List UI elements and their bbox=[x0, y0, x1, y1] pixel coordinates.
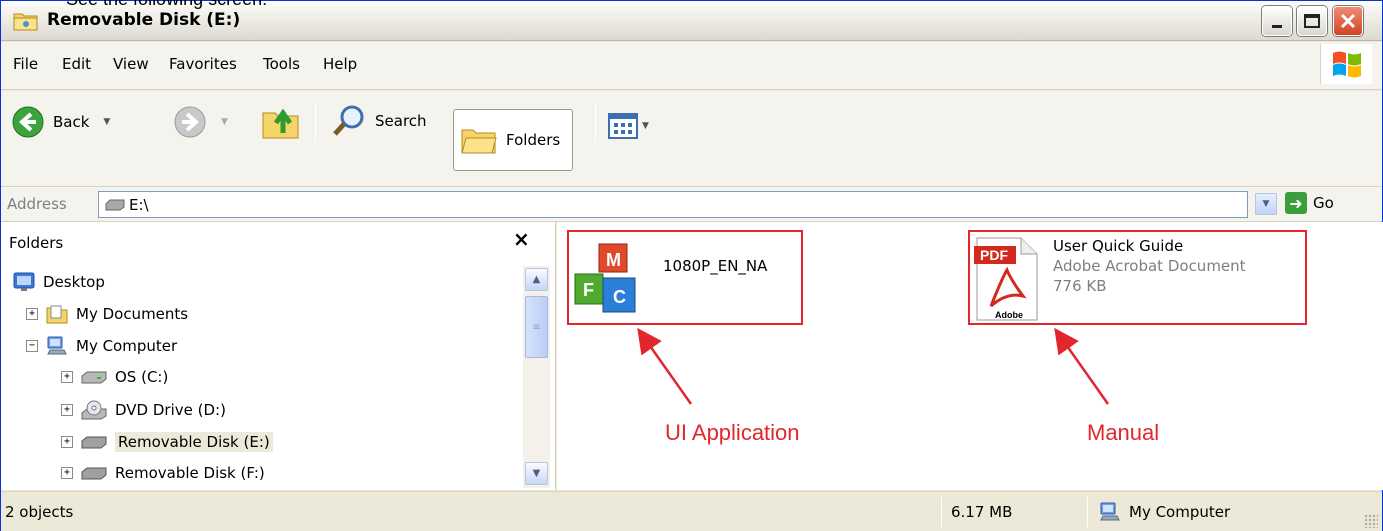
window-title: Removable Disk (E:) bbox=[47, 10, 241, 30]
tree-item-os-c[interactable]: + OS (C:) bbox=[61, 368, 168, 386]
maximize-button[interactable] bbox=[1297, 6, 1327, 36]
tree-label: My Documents bbox=[76, 305, 189, 323]
address-label: Address bbox=[7, 195, 67, 213]
resize-grip-icon[interactable] bbox=[1364, 514, 1378, 528]
expand-icon[interactable]: + bbox=[61, 436, 73, 448]
manual-arrow bbox=[1054, 327, 1110, 405]
tree-item-desktop[interactable]: Desktop bbox=[13, 272, 105, 292]
up-folder-button[interactable] bbox=[261, 101, 301, 141]
menu-tools[interactable]: Tools bbox=[263, 55, 300, 73]
documents-icon bbox=[46, 305, 68, 324]
menu-bar: File Edit View Favorites Tools Help bbox=[1, 42, 1382, 90]
chevron-down-icon[interactable]: ▼ bbox=[103, 117, 110, 127]
removable-disk-icon bbox=[81, 467, 107, 480]
search-icon bbox=[333, 105, 364, 136]
folder-tree: Desktop + My Documents − My Computer + O… bbox=[1, 264, 521, 490]
tree-label: Removable Disk (F:) bbox=[115, 464, 265, 482]
annotation-arrows bbox=[637, 327, 1110, 405]
computer-icon bbox=[1100, 502, 1120, 521]
tree-item-my-documents[interactable]: + My Documents bbox=[26, 304, 188, 324]
chevron-down-icon[interactable]: ▼ bbox=[642, 121, 649, 131]
status-location-label: My Computer bbox=[1129, 503, 1231, 521]
folders-icon bbox=[461, 129, 497, 154]
expand-icon[interactable]: + bbox=[61, 467, 73, 479]
folders-button[interactable]: Folders bbox=[453, 109, 574, 171]
address-dropdown-button[interactable]: ▼ bbox=[1255, 193, 1277, 215]
folders-scrollbar[interactable]: ▲ ≡ ▼ bbox=[523, 266, 550, 488]
tree-item-removable-f[interactable]: + Removable Disk (F:) bbox=[61, 464, 265, 482]
tree-item-my-computer[interactable]: − My Computer bbox=[26, 336, 177, 356]
maximize-icon bbox=[1304, 14, 1320, 28]
close-icon bbox=[1340, 13, 1356, 29]
file-list-pane: M F C 1080P_EN_NA PDF Adobe User Quick G bbox=[557, 222, 1383, 490]
go-arrow-icon: ➜ bbox=[1285, 192, 1307, 214]
annotation-manual: Manual bbox=[1087, 420, 1160, 445]
forward-arrow-icon bbox=[174, 106, 206, 138]
page-caption: See the following screen: bbox=[66, 0, 267, 10]
scroll-up-icon[interactable]: ▲ bbox=[525, 268, 548, 291]
menu-favorites[interactable]: Favorites bbox=[169, 55, 237, 73]
tree-label: OS (C:) bbox=[115, 368, 169, 386]
back-label: Back bbox=[53, 113, 90, 131]
back-button[interactable]: Back ▼ bbox=[11, 105, 110, 139]
folders-pane: Folders × Desktop + My Documents − My Co… bbox=[1, 222, 556, 490]
status-bar: 2 objects 6.17 MB My Computer bbox=[1, 491, 1382, 531]
dvd-icon bbox=[81, 400, 107, 420]
back-arrow-icon bbox=[12, 106, 44, 138]
collapse-icon[interactable]: − bbox=[26, 340, 38, 352]
toolbar: Back ▼ ▼ Search Folders ▼ bbox=[1, 91, 1382, 187]
app-arrow bbox=[637, 327, 693, 405]
expand-icon[interactable]: + bbox=[26, 308, 38, 320]
expand-icon[interactable]: + bbox=[61, 371, 73, 383]
close-button[interactable] bbox=[1333, 6, 1363, 36]
address-bar: Address E:\ ▼ ➜ Go bbox=[1, 187, 1382, 222]
status-location: My Computer bbox=[1099, 498, 1230, 526]
toolbar-separator bbox=[315, 103, 316, 143]
go-label: Go bbox=[1313, 194, 1334, 212]
status-divider bbox=[941, 497, 942, 527]
tree-item-removable-e[interactable]: + Removable Disk (E:) bbox=[61, 432, 273, 452]
status-size: 6.17 MB bbox=[951, 503, 1013, 521]
explorer-window: Removable Disk (E:) File Edit View Favor… bbox=[0, 0, 1383, 531]
removable-disk-icon bbox=[105, 199, 125, 211]
address-input[interactable]: E:\ bbox=[98, 191, 1248, 218]
tree-label: Desktop bbox=[43, 273, 105, 291]
menu-view[interactable]: View bbox=[113, 55, 149, 73]
folders-pane-header: Folders × bbox=[1, 222, 555, 262]
folder-icon bbox=[13, 10, 39, 36]
forward-button[interactable]: ▼ bbox=[173, 105, 228, 139]
views-button[interactable]: ▼ bbox=[608, 113, 649, 139]
status-object-count: 2 objects bbox=[5, 503, 74, 521]
windows-logo-icon bbox=[1320, 44, 1372, 84]
minimize-icon bbox=[1272, 24, 1282, 28]
search-label: Search bbox=[375, 112, 427, 130]
status-divider bbox=[1087, 497, 1088, 527]
removable-disk-icon bbox=[81, 436, 107, 449]
menu-file[interactable]: File bbox=[13, 55, 38, 73]
views-icon bbox=[608, 113, 638, 139]
address-value: E:\ bbox=[129, 196, 149, 214]
tree-label: Removable Disk (E:) bbox=[115, 432, 273, 452]
up-folder-icon bbox=[262, 108, 299, 139]
scroll-down-icon[interactable]: ▼ bbox=[525, 462, 548, 485]
tree-item-dvd-d[interactable]: + DVD Drive (D:) bbox=[61, 400, 226, 420]
tree-label: DVD Drive (D:) bbox=[115, 401, 226, 419]
annotation-ui-application: UI Application bbox=[665, 420, 800, 445]
close-icon[interactable]: × bbox=[513, 227, 530, 251]
toolbar-separator bbox=[595, 103, 596, 143]
scroll-thumb[interactable]: ≡ bbox=[525, 296, 548, 358]
drive-icon bbox=[81, 371, 107, 384]
go-button[interactable]: ➜ Go bbox=[1285, 192, 1334, 214]
folders-label: Folders bbox=[506, 131, 561, 149]
chevron-down-icon[interactable]: ▼ bbox=[221, 117, 228, 127]
desktop-icon bbox=[13, 272, 35, 291]
computer-icon bbox=[47, 336, 67, 355]
menu-help[interactable]: Help bbox=[323, 55, 357, 73]
expand-icon[interactable]: + bbox=[61, 404, 73, 416]
tree-label: My Computer bbox=[76, 337, 178, 355]
menu-edit[interactable]: Edit bbox=[62, 55, 91, 73]
minimize-button[interactable] bbox=[1262, 6, 1292, 36]
search-button[interactable]: Search bbox=[331, 103, 427, 139]
folders-pane-title: Folders bbox=[9, 234, 64, 252]
